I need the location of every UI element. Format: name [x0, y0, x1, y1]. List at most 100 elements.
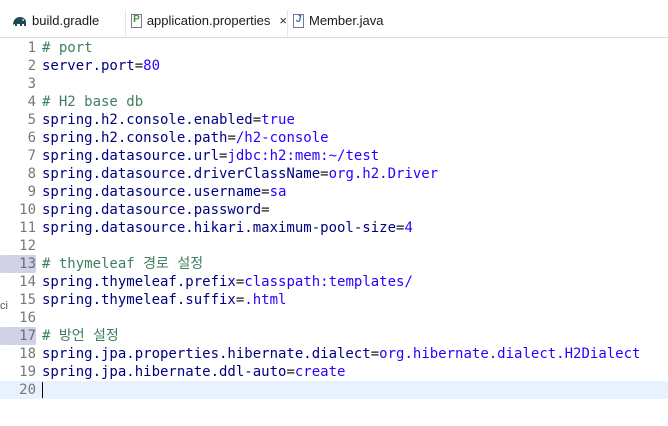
line-number: 14: [19, 274, 36, 290]
property-key: spring.datasource.hikari.maximum-pool-si…: [42, 220, 397, 236]
code-text: spring.jpa.properties.hibernate.dialect=…: [42, 345, 640, 363]
property-value: true: [261, 112, 295, 128]
tab-label: build.gradle: [32, 13, 100, 28]
property-key: spring.jpa.hibernate.ddl-auto: [42, 364, 287, 380]
code-line[interactable]: 6 spring.h2.console.path=/h2-console: [0, 129, 668, 147]
code-line[interactable]: 9 spring.datasource.username=sa: [0, 183, 668, 201]
editor-tab-bar: build.gradle P application.properties × …: [0, 0, 668, 38]
property-value: sa: [269, 184, 287, 200]
code-line[interactable]: 19 spring.jpa.hibernate.ddl-auto=create: [0, 363, 668, 381]
line-number: 13: [0, 255, 36, 273]
gradle-elephant-icon: [12, 13, 27, 31]
line-number: 15: [19, 292, 36, 308]
comment-text: # H2 base db: [42, 94, 144, 110]
property-key: spring.thymeleaf.suffix: [42, 292, 236, 308]
line-number: 12: [19, 238, 36, 254]
properties-file-icon: P: [131, 14, 142, 28]
code-line[interactable]: 2 server.port=80: [0, 57, 668, 75]
code-text: # thymeleaf 경로 설정: [42, 255, 203, 273]
line-number: 3: [27, 76, 36, 92]
property-value: /h2-console: [235, 130, 329, 146]
property-value: jdbc:h2:mem:~/test: [227, 148, 380, 164]
close-tab-icon[interactable]: ×: [279, 13, 287, 29]
code-text: spring.datasource.url=jdbc:h2:mem:~/test: [42, 147, 379, 165]
code-text: spring.datasource.driverClassName=org.h2…: [42, 165, 438, 183]
code-line[interactable]: 11 spring.datasource.hikari.maximum-pool-…: [0, 219, 668, 237]
code-line[interactable]: 15 spring.thymeleaf.suffix=.html: [0, 291, 668, 309]
code-line[interactable]: 10 spring.datasource.password=: [0, 201, 668, 219]
code-text: spring.datasource.hikari.maximum-pool-si…: [42, 219, 413, 237]
line-number: 10: [19, 202, 36, 218]
code-line[interactable]: 16: [0, 309, 668, 327]
equals-sign: =: [286, 364, 295, 380]
line-number: 7: [27, 148, 36, 164]
code-line[interactable]: 17 # 방언 설정: [0, 327, 668, 345]
comment-text: # thymeleaf 경로 설정: [42, 256, 204, 272]
code-line[interactable]: 8 spring.datasource.driverClassName=org.h…: [0, 165, 668, 183]
code-line[interactable]: 13 # thymeleaf 경로 설정: [0, 255, 668, 273]
property-value: .html: [244, 292, 287, 308]
line-number: 16: [19, 310, 36, 326]
property-value: 4: [404, 220, 413, 236]
code-text: # H2 base db: [42, 93, 143, 111]
property-key: spring.h2.console.path: [42, 130, 228, 146]
property-value: org.h2.Driver: [328, 166, 439, 182]
comment-text: # 방언 설정: [42, 328, 119, 344]
property-key: spring.datasource.url: [42, 148, 220, 164]
line-number: 9: [27, 184, 36, 200]
equals-sign: =: [227, 130, 236, 146]
property-key: spring.datasource.driverClassName: [42, 166, 321, 182]
tab-member-java[interactable]: J Member.java: [293, 10, 403, 38]
code-text: server.port=80: [42, 57, 160, 75]
code-line[interactable]: 1 # port: [0, 39, 668, 57]
equals-sign: =: [134, 58, 144, 74]
code-line[interactable]: 20: [0, 381, 668, 399]
property-key: spring.thymeleaf.prefix: [42, 274, 236, 290]
code-text: spring.thymeleaf.prefix=classpath:templa…: [42, 273, 413, 291]
code-line[interactable]: 3: [0, 75, 668, 93]
tab-application-properties[interactable]: P application.properties ×: [125, 10, 288, 38]
code-line[interactable]: 4 # H2 base db: [0, 93, 668, 111]
line-number: 20: [19, 382, 36, 398]
code-text: spring.datasource.password=: [42, 201, 270, 219]
equals-sign: =: [252, 112, 262, 128]
tab-label: Member.java: [309, 13, 384, 28]
property-key: spring.jpa.properties.hibernate.dialect: [42, 346, 371, 362]
property-key: spring.h2.console.enabled: [42, 112, 253, 128]
comment-text: # port: [42, 40, 93, 56]
property-value: create: [294, 364, 346, 380]
line-number: 17: [0, 327, 36, 345]
code-text: spring.datasource.username=sa: [42, 183, 286, 201]
text-cursor: [42, 382, 43, 398]
property-value: classpath:templates/: [244, 274, 413, 290]
tab-build-gradle[interactable]: build.gradle: [12, 10, 124, 38]
line-number: 8: [27, 166, 36, 182]
java-file-icon: J: [293, 14, 304, 28]
property-key: server.port: [42, 58, 135, 74]
line-number: 18: [19, 346, 36, 362]
property-value: org.hibernate.dialect.H2Dialect: [379, 346, 641, 362]
property-value: 80: [143, 58, 161, 74]
code-text: spring.thymeleaf.suffix=.html: [42, 291, 286, 309]
code-line[interactable]: 7 spring.datasource.url=jdbc:h2:mem:~/tes…: [0, 147, 668, 165]
code-text: spring.h2.console.path=/h2-console: [42, 129, 329, 147]
code-line[interactable]: 18 spring.jpa.properties.hibernate.dialec…: [0, 345, 668, 363]
code-line[interactable]: 12: [0, 237, 668, 255]
line-number: 19: [19, 364, 36, 380]
property-key: spring.datasource.username: [42, 184, 262, 200]
properties-editor[interactable]: 1 # port 2 server.port=80 3 4 # H2 base db 5 spr…: [0, 38, 668, 426]
line-number: 6: [27, 130, 36, 146]
code-text: # port: [42, 39, 93, 57]
code-line[interactable]: 5 spring.h2.console.enabled=true: [0, 111, 668, 129]
line-number: 2: [27, 58, 36, 74]
equals-sign: =: [261, 184, 270, 200]
code-text: spring.h2.console.enabled=true: [42, 111, 295, 129]
code-line[interactable]: 14 spring.thymeleaf.prefix=classpath:temp…: [0, 273, 668, 291]
code-text: # 방언 설정: [42, 327, 119, 345]
equals-sign: =: [370, 346, 380, 362]
code-text: spring.jpa.hibernate.ddl-auto=create: [42, 363, 345, 381]
line-number: 1: [27, 40, 36, 56]
line-number: 11: [19, 220, 36, 236]
equals-sign: =: [320, 166, 329, 182]
tab-label: application.properties: [146, 13, 271, 28]
